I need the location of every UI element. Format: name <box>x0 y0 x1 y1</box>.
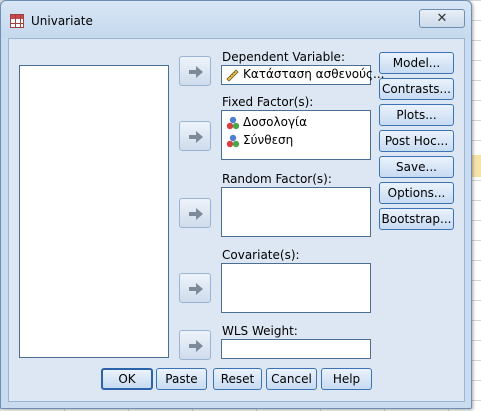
fixed-factor-name: Δοσολογία <box>243 115 308 129</box>
random-factor-label: Random Factor(s): <box>222 172 332 186</box>
title-bar[interactable]: Univariate ✕ <box>1 1 471 37</box>
options-button[interactable]: Options... <box>379 182 454 204</box>
plots-button[interactable]: Plots... <box>379 104 454 126</box>
covariate-label: Covariate(s): <box>222 248 300 262</box>
dialog-title: Univariate <box>31 14 93 28</box>
nominal-variable-icon <box>226 134 240 147</box>
right-arrow-icon <box>189 66 203 78</box>
dependent-variable-item[interactable]: Κατάσταση ασθενούς... <box>226 67 385 84</box>
ok-button[interactable]: OK <box>101 368 153 390</box>
contrasts-button[interactable]: Contrasts... <box>379 78 454 100</box>
post-hoc-button[interactable]: Post Hoc... <box>379 130 454 152</box>
fixed-factor-item[interactable]: Σύνθεση <box>226 133 293 150</box>
move-to-covariate-button[interactable] <box>179 273 211 303</box>
covariate-list[interactable] <box>221 263 371 313</box>
right-arrow-icon <box>189 208 203 220</box>
nominal-variable-icon <box>226 116 240 129</box>
reset-button[interactable]: Reset <box>213 368 262 390</box>
random-factor-list[interactable] <box>221 187 371 237</box>
right-arrow-icon <box>189 131 203 143</box>
model-button[interactable]: Model... <box>379 52 454 74</box>
spreadsheet-icon <box>10 14 24 28</box>
close-button[interactable]: ✕ <box>419 9 465 28</box>
move-to-dependent-button[interactable] <box>179 56 211 86</box>
move-to-wls-weight-button[interactable] <box>179 330 211 360</box>
source-variable-list[interactable] <box>19 65 169 358</box>
save-button[interactable]: Save... <box>379 156 454 178</box>
move-to-random-factor-button[interactable] <box>179 198 211 228</box>
cancel-button[interactable]: Cancel <box>266 368 317 390</box>
help-button[interactable]: Help <box>321 368 372 390</box>
right-arrow-icon <box>189 340 203 352</box>
wls-weight-label: WLS Weight: <box>222 324 298 338</box>
wls-weight-field[interactable] <box>221 339 371 359</box>
fixed-factor-label: Fixed Factor(s): <box>222 95 314 109</box>
paste-button[interactable]: Paste <box>156 368 207 390</box>
fixed-factor-list[interactable]: Δοσολογία Σύνθεση <box>221 110 371 160</box>
right-arrow-icon <box>189 283 203 295</box>
fixed-factor-name: Σύνθεση <box>243 133 294 147</box>
move-to-fixed-factor-button[interactable] <box>179 121 211 151</box>
dependent-variable-field[interactable]: Κατάσταση ασθενούς... <box>221 65 385 85</box>
dependent-variable-name: Κατάσταση ασθενούς... <box>243 67 385 81</box>
bootstrap-button[interactable]: Bootstrap... <box>379 208 454 230</box>
dependent-variable-label: Dependent Variable: <box>222 50 345 64</box>
fixed-factor-item[interactable]: Δοσολογία <box>226 115 307 132</box>
ruler-icon <box>226 68 239 82</box>
